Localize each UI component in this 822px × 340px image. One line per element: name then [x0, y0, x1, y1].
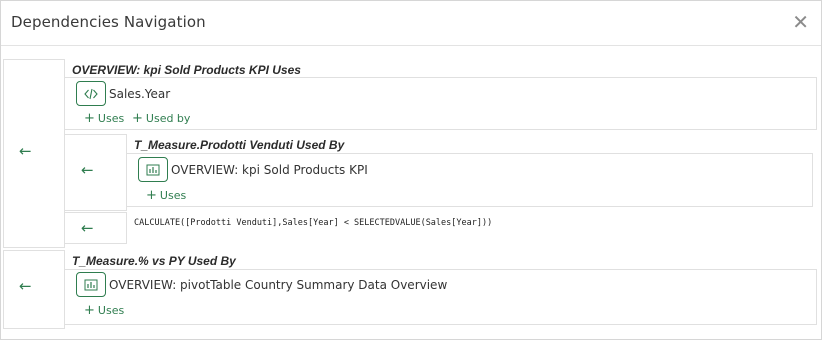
- uses-label: Uses: [97, 112, 125, 125]
- back-arrow-icon[interactable]: ←: [19, 144, 32, 159]
- plus-icon: +: [84, 303, 95, 318]
- close-icon[interactable]: ✕: [792, 12, 809, 32]
- back-arrow-icon[interactable]: ←: [81, 163, 94, 178]
- chart-icon[interactable]: [76, 272, 106, 297]
- back-arrow-icon[interactable]: ←: [19, 279, 32, 294]
- code-icon[interactable]: [76, 81, 106, 106]
- formula-content: [126, 212, 817, 244]
- uses-label: Uses: [159, 189, 187, 202]
- dependencies-dialog: Dependencies Navigation ✕ OVERVIEW: kpi …: [0, 0, 822, 340]
- section-heading: T_Measure.% vs PY Used By: [72, 254, 236, 268]
- dax-formula: CALCULATE([Prodotti Venduti],Sales[Year]…: [134, 218, 493, 228]
- uses-button[interactable]: + Uses: [146, 188, 186, 203]
- uses-button[interactable]: + Uses: [84, 111, 124, 126]
- used-by-button[interactable]: + Used by: [132, 111, 190, 126]
- dialog-header: Dependencies Navigation ✕: [1, 1, 821, 46]
- back-arrow-icon[interactable]: ←: [81, 221, 94, 236]
- nested-section-heading: T_Measure.Prodotti Venduti Used By: [134, 138, 345, 152]
- plus-icon: +: [84, 111, 95, 126]
- uses-label: Uses: [97, 304, 125, 317]
- item-label[interactable]: OVERVIEW: kpi Sold Products KPI: [171, 163, 368, 177]
- item-label[interactable]: Sales.Year: [109, 87, 170, 101]
- plus-icon: +: [132, 111, 143, 126]
- item-label[interactable]: OVERVIEW: pivotTable Country Summary Dat…: [109, 278, 447, 292]
- used-by-label: Used by: [145, 112, 191, 125]
- section-heading: OVERVIEW: kpi Sold Products KPI Uses: [72, 63, 301, 77]
- dialog-title: Dependencies Navigation: [11, 13, 206, 31]
- plus-icon: +: [146, 188, 157, 203]
- uses-button[interactable]: + Uses: [84, 303, 124, 318]
- chart-icon[interactable]: [138, 157, 168, 182]
- dependency-item: [126, 153, 813, 207]
